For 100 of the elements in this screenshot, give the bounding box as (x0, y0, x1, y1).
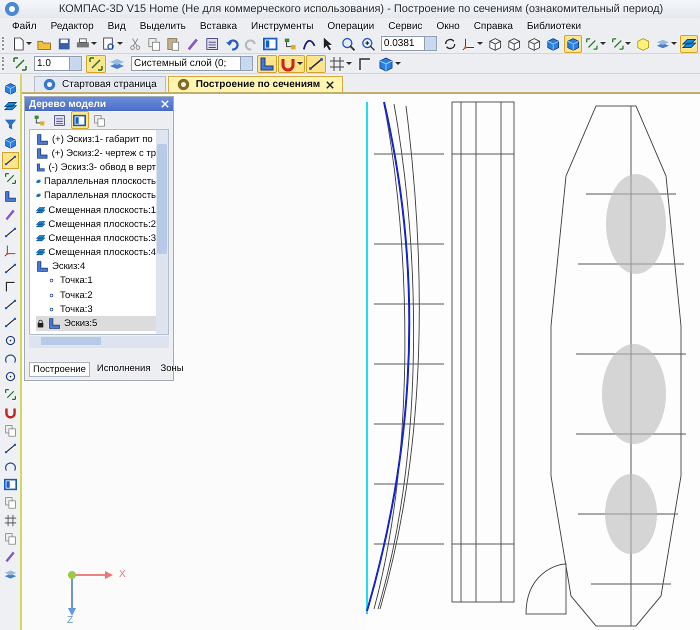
axis-label: Z (67, 615, 74, 626)
layers-icon (4, 568, 16, 581)
cube-icon (507, 36, 522, 52)
panel-title: Дерево модели (29, 98, 106, 110)
tree-item[interactable]: Параллельная плоскость (36, 188, 156, 203)
menu-item[interactable]: Редактор (50, 20, 94, 32)
tree-item[interactable]: Эскиз:5 (36, 316, 156, 331)
page-icon (12, 36, 26, 52)
toolbar-button[interactable] (2, 152, 18, 169)
tree-item[interactable]: Параллельная плоскость (36, 174, 156, 189)
sketch-icon (36, 146, 49, 160)
panel-icon (4, 478, 16, 491)
step-field[interactable]: 1.0 (34, 56, 82, 71)
sketch-icon (36, 132, 49, 146)
caret-icon (26, 42, 32, 45)
caret-icon (670, 42, 677, 45)
app-logo-icon (4, 1, 20, 17)
solid-icon (378, 56, 394, 72)
brush-icon (186, 36, 200, 52)
panel-tab[interactable]: Построение (29, 362, 90, 377)
axes-icon (4, 244, 16, 257)
layer-field[interactable]: Системный слой (0; (131, 56, 253, 71)
tree-item[interactable]: (-) Эскиз:3- обвод в верт (36, 160, 156, 175)
solid-icon (4, 136, 16, 149)
menu-item[interactable]: Вид (108, 20, 126, 32)
tree-item[interactable]: Точка:2 (36, 288, 156, 302)
segment-icon (4, 298, 16, 311)
snap-icon (585, 36, 599, 52)
toolbar-button[interactable] (261, 34, 280, 52)
magnet-icon (4, 406, 16, 419)
copy-icon (4, 424, 16, 437)
menu-item[interactable]: Операции (327, 20, 374, 32)
magnifier-icon (341, 36, 356, 52)
tree-item[interactable]: (+) Эскиз:2- чертеж с тр (36, 146, 156, 160)
document-tab[interactable]: Стартовая страница (34, 76, 166, 92)
snap-icon (88, 56, 104, 72)
caret-icon (600, 42, 606, 45)
window-title: КОМПАС-3D V15 Home (Не для коммерческого использования) - Построение по сечениям (ознакомительный период) (58, 3, 664, 15)
tree-item[interactable]: Смещенная плоскость:1 (36, 202, 156, 218)
segment-icon (4, 262, 16, 275)
scrollbar[interactable] (29, 336, 169, 348)
caret-icon (395, 62, 401, 65)
toolbar-button[interactable] (564, 34, 582, 52)
snap-icon (4, 172, 16, 185)
document-icon (176, 78, 190, 91)
toolbar-button[interactable] (680, 34, 698, 52)
tree-item[interactable]: Эскиз:4 (36, 260, 156, 274)
circle-icon (4, 370, 16, 383)
document-tab[interactable]: Построение по сечениям (168, 76, 344, 92)
arc-icon (4, 460, 16, 473)
close-icon[interactable] (326, 80, 334, 88)
plane-icon (4, 100, 16, 113)
panel-tab[interactable]: Зоны (157, 362, 187, 377)
caret-icon (116, 42, 123, 45)
brush-icon (4, 550, 16, 563)
paste-icon (166, 36, 181, 52)
caret-icon (90, 42, 97, 45)
tree-icon (33, 114, 46, 126)
tree-item[interactable]: (+) Эскиз:1- габарит по (36, 132, 156, 146)
scrollbar[interactable] (156, 130, 168, 334)
caret-icon (477, 42, 484, 45)
sketch-icon (4, 190, 16, 203)
tree-item[interactable]: Точка:1 (36, 274, 156, 288)
toolbar-button[interactable] (71, 111, 89, 129)
menu-item[interactable]: Сервис (388, 20, 422, 32)
arc-icon (4, 352, 16, 365)
list-icon (205, 36, 220, 52)
caret-icon (297, 62, 303, 65)
solid-icon (566, 36, 580, 52)
toolbar-button[interactable] (257, 54, 277, 72)
toolbar-button[interactable] (2, 476, 18, 493)
sketch-icon (259, 56, 275, 72)
tree-item[interactable]: Смещенная плоскость:4 (36, 246, 156, 260)
line-icon (357, 56, 373, 72)
sketch-icon (36, 160, 46, 174)
panel-icon (73, 114, 86, 126)
caret-icon (625, 42, 632, 45)
zoom-field[interactable]: 0.0381 (380, 36, 437, 51)
menu-item[interactable]: Выделить (140, 20, 186, 32)
menu-item[interactable]: Инструменты (251, 20, 314, 32)
toolbar-button[interactable] (306, 54, 326, 72)
toolbar-button[interactable] (327, 54, 354, 72)
caret-icon (346, 62, 352, 65)
menu-item[interactable]: Справка (474, 20, 513, 32)
panel-tab[interactable]: Исполнения (94, 362, 154, 377)
funnel-icon (4, 118, 16, 131)
menu-item[interactable]: Вставка (200, 20, 238, 32)
sketch-icon (48, 317, 61, 330)
menu-item[interactable]: Файл (12, 20, 37, 32)
zoom-icon (360, 36, 375, 52)
tree-item[interactable]: Смещенная плоскость:3 (36, 231, 156, 246)
menu-item[interactable]: Библиотеки (526, 20, 582, 32)
menu-item[interactable]: Окно (436, 20, 460, 32)
copy-icon (147, 36, 162, 52)
tree-item[interactable]: Смещенная плоскость:2 (36, 217, 156, 232)
tree-item[interactable]: Точка:3 (36, 302, 156, 316)
line-icon (4, 280, 16, 293)
segment-icon (4, 154, 16, 167)
copy-icon (93, 114, 106, 126)
tree-icon (282, 36, 298, 52)
